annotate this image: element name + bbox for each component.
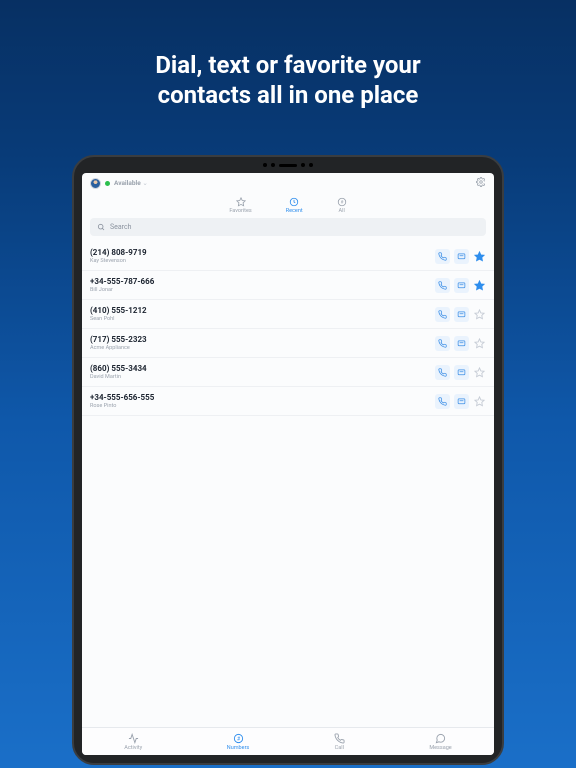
message-button[interactable] bbox=[454, 336, 469, 351]
message-button[interactable] bbox=[454, 394, 469, 409]
message-button[interactable] bbox=[454, 249, 469, 264]
top-bar: Available ⌄ bbox=[82, 173, 494, 191]
search-input[interactable]: Search bbox=[90, 218, 486, 236]
message-button[interactable] bbox=[454, 365, 469, 380]
favorite-toggle[interactable] bbox=[473, 250, 486, 263]
contact-row: (214) 808-9719Kay Stevenson bbox=[82, 242, 494, 271]
favorite-toggle[interactable] bbox=[473, 366, 486, 379]
numbers-icon: # bbox=[233, 733, 244, 744]
star-icon bbox=[236, 197, 246, 207]
tab-favorites[interactable]: Favorites bbox=[229, 197, 251, 214]
tablet-sensors bbox=[263, 163, 313, 167]
contact-name: Rose Pinto bbox=[90, 403, 154, 409]
search-icon bbox=[97, 223, 105, 231]
message-button[interactable] bbox=[454, 307, 469, 322]
app-screen: Available ⌄ Favorites Recent # All bbox=[82, 173, 494, 755]
call-button[interactable] bbox=[435, 365, 450, 380]
avatar[interactable] bbox=[90, 178, 101, 189]
svg-text:#: # bbox=[340, 200, 343, 206]
call-button[interactable] bbox=[435, 278, 450, 293]
nav-activity[interactable]: Activity bbox=[124, 733, 142, 751]
settings-icon[interactable] bbox=[476, 177, 486, 189]
call-button[interactable] bbox=[435, 249, 450, 264]
clock-icon bbox=[289, 197, 299, 207]
favorite-toggle[interactable] bbox=[473, 308, 486, 321]
tablet-frame: Available ⌄ Favorites Recent # All bbox=[72, 155, 504, 765]
nav-call[interactable]: Call bbox=[334, 733, 345, 751]
contact-number: (214) 808-9719 bbox=[90, 248, 147, 257]
phone-icon bbox=[334, 733, 345, 744]
contact-name: Kay Stevenson bbox=[90, 258, 147, 264]
promo-headline: Dial, text or favorite your contacts all… bbox=[0, 0, 576, 110]
contact-row: (717) 555-2323Acme Appliance bbox=[82, 329, 494, 358]
message-button[interactable] bbox=[454, 278, 469, 293]
contact-name: David Martin bbox=[90, 374, 147, 380]
call-button[interactable] bbox=[435, 307, 450, 322]
contact-number: (717) 555-2323 bbox=[90, 335, 147, 344]
contact-list: (214) 808-9719Kay Stevenson+34-555-787-6… bbox=[82, 242, 494, 727]
contact-number: (860) 555-3434 bbox=[90, 364, 147, 373]
contact-name: Sean Pohl bbox=[90, 316, 147, 322]
nav-numbers[interactable]: # Numbers bbox=[227, 733, 250, 751]
call-button[interactable] bbox=[435, 336, 450, 351]
hash-icon: # bbox=[337, 197, 347, 207]
favorite-toggle[interactable] bbox=[473, 279, 486, 292]
favorite-toggle[interactable] bbox=[473, 337, 486, 350]
contact-row: (410) 555-1212Sean Pohl bbox=[82, 300, 494, 329]
message-icon bbox=[435, 733, 446, 744]
contact-number: +34-555-787-666 bbox=[90, 277, 154, 286]
presence-dot bbox=[105, 181, 110, 186]
contact-number: +34-555-656-555 bbox=[90, 393, 154, 402]
contact-name: Bill Jonar bbox=[90, 287, 154, 293]
svg-text:#: # bbox=[236, 736, 240, 742]
filter-tabs: Favorites Recent # All bbox=[82, 191, 494, 218]
bottom-nav: Activity # Numbers Call Message bbox=[82, 727, 494, 755]
tab-all[interactable]: # All bbox=[337, 197, 347, 214]
presence-label[interactable]: Available ⌄ bbox=[114, 179, 148, 187]
contact-row: +34-555-656-555Rose Pinto bbox=[82, 387, 494, 416]
nav-message[interactable]: Message bbox=[429, 733, 451, 751]
call-button[interactable] bbox=[435, 394, 450, 409]
activity-icon bbox=[128, 733, 139, 744]
tab-recent[interactable]: Recent bbox=[286, 197, 303, 214]
contact-row: +34-555-787-666Bill Jonar bbox=[82, 271, 494, 300]
contact-name: Acme Appliance bbox=[90, 345, 147, 351]
contact-row: (860) 555-3434David Martin bbox=[82, 358, 494, 387]
contact-number: (410) 555-1212 bbox=[90, 306, 147, 315]
favorite-toggle[interactable] bbox=[473, 395, 486, 408]
